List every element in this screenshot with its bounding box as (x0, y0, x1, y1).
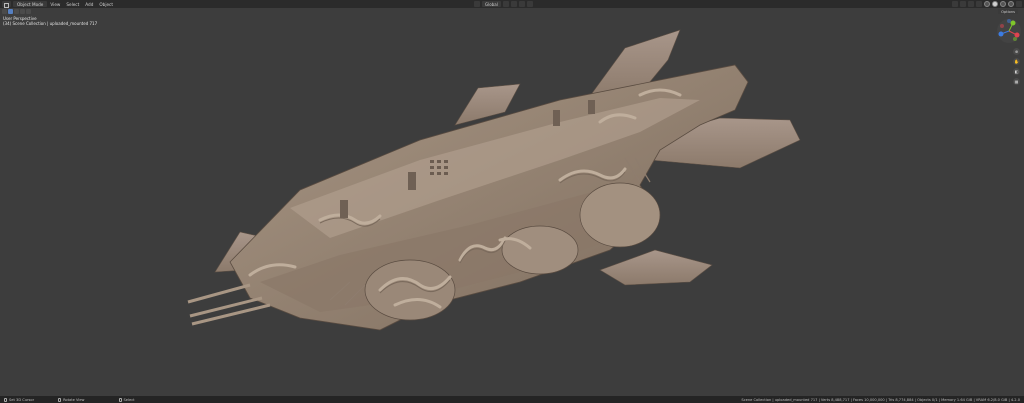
rendered-shading-icon[interactable] (1008, 1, 1014, 7)
wireframe-shading-icon[interactable] (984, 1, 990, 7)
status-rotate-label: Rotate View (63, 397, 85, 402)
proportional-edit-icon[interactable] (518, 1, 525, 7)
lower-wing (599, 249, 713, 286)
material-shading-icon[interactable] (1000, 1, 1006, 7)
pivot-icon[interactable] (502, 1, 509, 7)
mode-select[interactable]: Object Mode (13, 1, 48, 7)
xray-icon[interactable] (976, 1, 982, 7)
shading-controls (952, 1, 1022, 7)
menu-object[interactable]: Object (96, 1, 116, 7)
status-select-label: Select (123, 397, 135, 402)
scene-statistics: Scene Collection | uploaded_mounted 717 … (741, 397, 1020, 402)
middle-mouse-icon (58, 397, 62, 402)
menu-select[interactable]: Select (63, 1, 82, 7)
spaceship-model[interactable] (0, 8, 1024, 396)
solid-shading-icon[interactable] (992, 1, 998, 7)
right-mouse-icon (118, 397, 122, 402)
menu-view[interactable]: View (47, 1, 63, 7)
status-cursor: Set 3D Cursor (4, 397, 35, 402)
viewport-header: Object Mode View Select Add Object Globa… (0, 0, 1024, 8)
transform-controls: Global (474, 1, 533, 7)
overlay-toggle-icon[interactable] (968, 1, 974, 7)
gizmo-toggle-icon[interactable] (960, 1, 966, 7)
status-cursor-label: Set 3D Cursor (9, 397, 35, 402)
shading-options-icon[interactable] (1016, 1, 1022, 7)
status-select: Select (118, 397, 135, 402)
engine-pod (579, 182, 661, 248)
visibility-icon[interactable] (952, 1, 958, 7)
engine-pod (501, 225, 579, 275)
hull-grille (430, 160, 448, 175)
left-mouse-icon (4, 397, 7, 402)
transform-orientation-select[interactable]: Global (482, 1, 501, 7)
menu-add[interactable]: Add (82, 1, 96, 7)
status-bar: Set 3D Cursor Rotate View Select Scene C… (0, 396, 1024, 403)
falloff-icon[interactable] (526, 1, 533, 7)
editor-type-icon[interactable] (2, 1, 11, 8)
snap-icon[interactable] (510, 1, 517, 7)
status-rotate: Rotate View (58, 397, 85, 402)
orientation-icon[interactable] (474, 1, 480, 7)
